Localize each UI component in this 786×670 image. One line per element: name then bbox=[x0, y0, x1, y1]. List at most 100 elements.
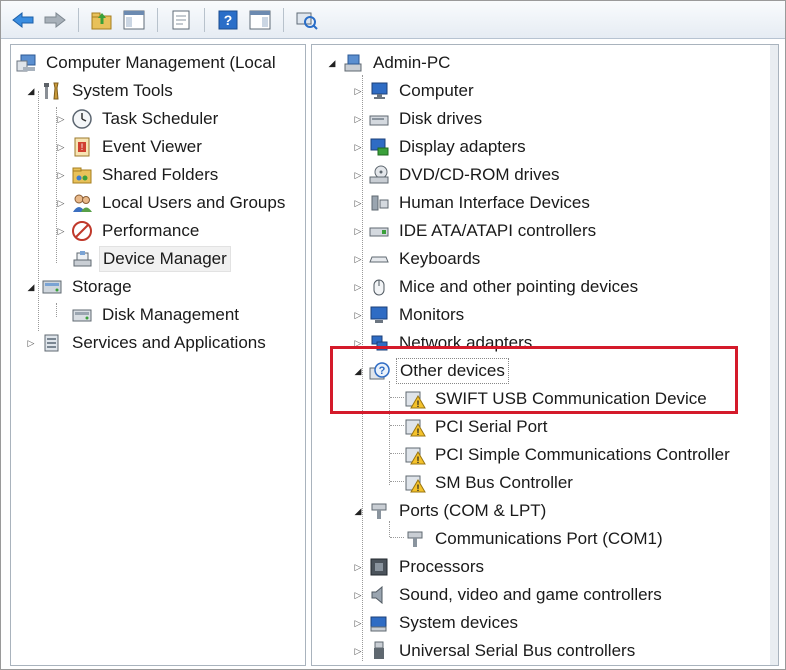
tree-item-network-adapters[interactable]: ▷ Network adapters bbox=[352, 330, 535, 356]
disk-management-icon bbox=[71, 304, 93, 326]
expand-arrow-icon[interactable]: ▷ bbox=[352, 225, 364, 237]
tree-item-disk-management[interactable]: Disk Management bbox=[71, 302, 242, 328]
warning-device-icon: ! bbox=[404, 416, 426, 438]
show-hide-action-pane-icon bbox=[249, 10, 271, 29]
tree-item-device-manager[interactable]: Device Manager bbox=[71, 246, 231, 272]
tree-item-processors[interactable]: ▷ Processors bbox=[352, 554, 487, 580]
tree-item-ports[interactable]: ◢ Ports (COM & LPT) bbox=[352, 498, 549, 524]
tree-item-swift-usb-device[interactable]: ! SWIFT USB Communication Device bbox=[404, 386, 710, 412]
tree-item-disk-drives[interactable]: ▷ Disk drives bbox=[352, 106, 485, 132]
toolbar-separator bbox=[204, 7, 205, 32]
tree-item-admin-pc[interactable]: ◢ Admin-PC bbox=[326, 50, 453, 76]
svg-text:!: ! bbox=[417, 455, 420, 465]
tree-item-monitors[interactable]: ▷ Monitors bbox=[352, 302, 467, 328]
hid-icon bbox=[368, 192, 390, 214]
help-icon: ? bbox=[218, 10, 238, 29]
port-icon bbox=[368, 500, 390, 522]
expand-arrow-icon[interactable]: ▷ bbox=[352, 141, 364, 153]
tree-item-com1[interactable]: Communications Port (COM1) bbox=[404, 526, 666, 552]
tree-item-display-adapters[interactable]: ▷ Display adapters bbox=[352, 134, 529, 160]
tree-item-computer-management[interactable]: Computer Management (Local bbox=[15, 50, 279, 76]
collapse-arrow-icon[interactable]: ◢ bbox=[326, 57, 338, 69]
port-icon bbox=[404, 528, 426, 550]
collapse-arrow-icon[interactable]: ◢ bbox=[352, 505, 364, 517]
tree-item-storage[interactable]: ◢ Storage bbox=[25, 274, 135, 300]
expand-arrow-icon[interactable]: ▷ bbox=[352, 337, 364, 349]
toolbar-separator bbox=[78, 7, 79, 32]
expand-arrow-icon[interactable]: ▷ bbox=[352, 309, 364, 321]
network-adapter-icon bbox=[368, 332, 390, 354]
tree-item-event-viewer[interactable]: ▷ ! Event Viewer bbox=[55, 134, 205, 160]
monitor-icon bbox=[368, 80, 390, 102]
up-folder-icon bbox=[91, 12, 112, 29]
tree-item-other-devices[interactable]: ◢ ? Other devices bbox=[352, 358, 509, 384]
scan-hardware-button[interactable] bbox=[293, 6, 321, 34]
tree-line bbox=[56, 303, 57, 317]
expand-arrow-icon[interactable]: ▷ bbox=[55, 197, 67, 209]
ide-controller-icon bbox=[368, 220, 390, 242]
tree-item-pci-serial-port[interactable]: ! PCI Serial Port bbox=[404, 414, 550, 440]
expand-arrow-icon[interactable]: ▷ bbox=[352, 617, 364, 629]
expand-arrow-icon[interactable]: ▷ bbox=[25, 337, 37, 349]
disk-drive-icon bbox=[368, 108, 390, 130]
tree-item-computer[interactable]: ▷ Computer bbox=[352, 78, 477, 104]
tree-item-sound-video[interactable]: ▷ Sound, video and game controllers bbox=[352, 582, 665, 608]
expand-arrow-icon[interactable]: ▷ bbox=[55, 113, 67, 125]
help-button[interactable]: ? bbox=[214, 6, 242, 34]
tree-item-usb-controllers[interactable]: ▷ Universal Serial Bus controllers bbox=[352, 638, 638, 664]
tree-item-performance[interactable]: ▷ Performance bbox=[55, 218, 202, 244]
warning-device-icon: ! bbox=[404, 472, 426, 494]
expand-arrow-icon[interactable]: ▷ bbox=[352, 113, 364, 125]
tree-item-sm-bus-controller[interactable]: ! SM Bus Controller bbox=[404, 470, 576, 496]
tree-item-ide-controllers[interactable]: ▷ IDE ATA/ATAPI controllers bbox=[352, 218, 599, 244]
expand-arrow-icon[interactable]: ▷ bbox=[352, 281, 364, 293]
tree-item-mice[interactable]: ▷ Mice and other pointing devices bbox=[352, 274, 641, 300]
properties-button[interactable] bbox=[167, 6, 195, 34]
warning-device-icon: ! bbox=[404, 388, 426, 410]
tree-item-services-applications[interactable]: ▷ Services and Applications bbox=[25, 330, 269, 356]
tree-item-task-scheduler[interactable]: ▷ Task Scheduler bbox=[55, 106, 221, 132]
forward-icon bbox=[44, 11, 66, 28]
back-button[interactable] bbox=[9, 6, 37, 34]
show-hide-tree-button[interactable] bbox=[120, 6, 148, 34]
expand-arrow-icon[interactable]: ▷ bbox=[352, 197, 364, 209]
show-hide-action-pane-button[interactable] bbox=[246, 6, 274, 34]
expand-arrow-icon[interactable]: ▷ bbox=[352, 85, 364, 97]
tree-item-dvd-drives[interactable]: ▷ DVD/CD-ROM drives bbox=[352, 162, 563, 188]
expand-arrow-icon[interactable]: ▷ bbox=[352, 589, 364, 601]
collapse-arrow-icon[interactable]: ◢ bbox=[352, 365, 364, 377]
tree-item-keyboards[interactable]: ▷ Keyboards bbox=[352, 246, 483, 272]
tree-item-system-devices[interactable]: ▷ System devices bbox=[352, 610, 521, 636]
performance-icon bbox=[71, 220, 93, 242]
event-viewer-icon: ! bbox=[71, 136, 93, 158]
vertical-scrollbar[interactable] bbox=[770, 45, 778, 665]
expand-arrow-icon[interactable]: ▷ bbox=[352, 561, 364, 573]
expand-arrow-icon[interactable]: ▷ bbox=[55, 141, 67, 153]
speaker-icon bbox=[368, 584, 390, 606]
svg-text:!: ! bbox=[417, 427, 420, 437]
collapse-arrow-icon[interactable]: ◢ bbox=[25, 85, 37, 97]
system-device-icon bbox=[368, 612, 390, 634]
tree-item-local-users-groups[interactable]: ▷ Local Users and Groups bbox=[55, 190, 288, 216]
tree-item-shared-folders[interactable]: ▷ Shared Folders bbox=[55, 162, 221, 188]
services-icon bbox=[41, 332, 63, 354]
up-button[interactable] bbox=[88, 6, 116, 34]
display-adapter-icon bbox=[368, 136, 390, 158]
tree-line bbox=[390, 425, 404, 426]
tree-item-system-tools[interactable]: ◢ System Tools bbox=[25, 78, 176, 104]
tree-item-hid[interactable]: ▷ Human Interface Devices bbox=[352, 190, 593, 216]
tree-item-pci-simple-comm[interactable]: ! PCI Simple Communications Controller bbox=[404, 442, 733, 468]
tree-line bbox=[390, 453, 404, 454]
processor-icon bbox=[368, 556, 390, 578]
forward-button[interactable] bbox=[41, 6, 69, 34]
show-hide-tree-icon bbox=[123, 10, 145, 29]
expand-arrow-icon[interactable]: ▷ bbox=[55, 169, 67, 181]
expand-arrow-icon[interactable]: ▷ bbox=[352, 645, 364, 657]
computer-icon bbox=[342, 52, 364, 74]
scan-hardware-icon bbox=[296, 12, 318, 30]
collapse-arrow-icon[interactable]: ◢ bbox=[25, 281, 37, 293]
expand-arrow-icon[interactable]: ▷ bbox=[352, 253, 364, 265]
expand-arrow-icon[interactable]: ▷ bbox=[352, 169, 364, 181]
dvd-drive-icon bbox=[368, 164, 390, 186]
expand-arrow-icon[interactable]: ▷ bbox=[55, 225, 67, 237]
